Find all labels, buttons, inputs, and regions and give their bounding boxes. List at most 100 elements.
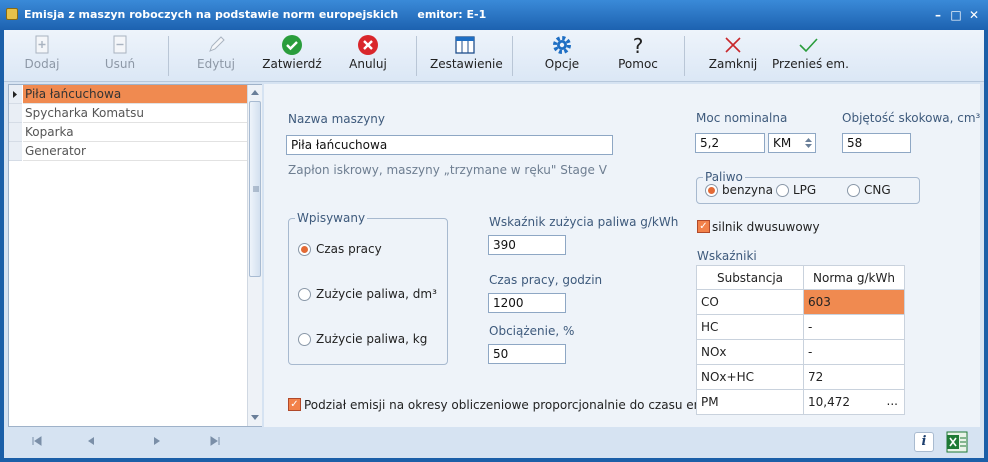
list-item[interactable]: Piła łańcuchowa [23, 85, 255, 104]
machine-name-label: Nazwa maszyny [288, 112, 386, 126]
scroll-down-icon[interactable] [251, 415, 259, 421]
two-stroke-label[interactable]: silnik dwusuwowy [712, 220, 820, 234]
confirm-button[interactable]: Zatwierdź [262, 30, 322, 82]
ellipsis-button[interactable]: ... [887, 394, 898, 408]
list-item[interactable]: Generator [23, 142, 255, 161]
norm-cell[interactable]: - [803, 339, 905, 365]
substance-cell[interactable]: CO [696, 289, 804, 315]
displacement-input[interactable]: 58 [842, 133, 911, 153]
fuel-petrol-radio[interactable] [705, 184, 718, 197]
excel-icon[interactable] [946, 431, 968, 453]
bottom-bar: i [264, 428, 980, 456]
summary-button[interactable]: Zestawienie [430, 30, 503, 82]
substance-cell[interactable]: NOx+HC [696, 364, 804, 390]
substance-cell[interactable]: NOx [696, 339, 804, 365]
options-button[interactable]: Opcje [540, 30, 584, 82]
fuel-volume-radio-label[interactable]: Zużycie paliwa, dm³ [316, 287, 437, 301]
fuel-rate-label: Wskaźnik zużycia paliwa g/kWh [489, 215, 679, 229]
machine-name-input[interactable]: Piła łańcuchowa [286, 135, 613, 155]
table-header-row: Substancja Norma g/kWh [696, 265, 905, 290]
table-row[interactable]: NOx - [696, 339, 905, 365]
indicators-label: Wskaźniki [697, 249, 757, 263]
help-button[interactable]: ? Pomoc [616, 30, 660, 82]
edit-label: Edytuj [197, 57, 235, 71]
fuel-cng-label[interactable]: CNG [864, 183, 891, 197]
displacement-label: Objętość skokowa, cm³ [842, 111, 981, 125]
row-indicator [9, 123, 22, 142]
fuel-cng-radio[interactable] [847, 184, 860, 197]
gear-icon [553, 36, 571, 54]
machine-description: Zapłon iskrowy, maszyny „trzymane w ręku… [288, 163, 607, 177]
fuel-rate-input[interactable]: 390 [488, 235, 566, 255]
grip-icon [253, 186, 259, 192]
norm-cell[interactable]: 10,472 ... [803, 389, 905, 415]
edit-button[interactable]: Edytuj [194, 30, 238, 82]
norm-cell[interactable]: 603 [803, 289, 905, 315]
indicators-table: Substancja Norma g/kWh CO 603 HC - NOx -… [696, 265, 905, 415]
window-title: Emisja z maszyn roboczych na podstawie n… [24, 8, 487, 21]
remove-document-icon [113, 35, 127, 54]
power-unit-value: KM [773, 136, 792, 150]
load-input[interactable]: 50 [488, 344, 566, 364]
norm-cell[interactable]: - [803, 314, 905, 340]
input-type-group-label: Wpisywany [295, 211, 368, 225]
remove-button[interactable]: Usuń [100, 30, 140, 82]
scrollbar-thumb[interactable] [249, 101, 261, 277]
confirm-label: Zatwierdź [262, 57, 322, 71]
transfer-emission-button[interactable]: Przenieś em. [772, 30, 849, 82]
minimize-button[interactable]: – [930, 7, 946, 23]
power-input[interactable]: 5,2 [695, 133, 765, 153]
split-emission-label[interactable]: Podział emisji na okresy obliczeniowe pr… [304, 398, 722, 412]
norm-cell[interactable]: 72 [803, 364, 905, 390]
table-row[interactable]: NOx+HC 72 [696, 364, 905, 390]
row-indicator [9, 104, 22, 123]
table-row[interactable]: PM 10,472 ... [696, 389, 905, 415]
list-scrollbar[interactable] [247, 85, 262, 426]
work-time-input[interactable]: 1200 [488, 293, 566, 313]
power-unit-select[interactable]: KM [768, 133, 816, 153]
transfer-label: Przenieś em. [772, 57, 849, 71]
cancel-button[interactable]: Anuluj [346, 30, 390, 82]
list-item[interactable]: Koparka [23, 123, 255, 142]
table-row[interactable]: HC - [696, 314, 905, 340]
scroll-up-icon[interactable] [251, 89, 259, 95]
close-window-button[interactable]: ✕ [966, 7, 982, 23]
app-icon [6, 8, 18, 20]
maximize-button[interactable]: □ [948, 7, 964, 23]
input-type-group: Wpisywany Czas pracy Zużycie paliwa, dm³… [288, 211, 448, 365]
cancel-label: Anuluj [349, 57, 387, 71]
table-icon [455, 36, 475, 54]
table-row[interactable]: CO 603 [696, 289, 905, 315]
first-record-icon[interactable] [30, 434, 44, 448]
toolbar-separator [168, 36, 169, 76]
cancel-circle-icon [358, 35, 378, 55]
last-record-icon[interactable] [208, 434, 222, 448]
info-button[interactable]: i [914, 432, 934, 452]
fuel-mass-radio[interactable] [298, 333, 311, 346]
title-bar: Emisja z maszyn roboczych na podstawie n… [0, 0, 988, 30]
two-stroke-checkbox[interactable]: ✓ [697, 220, 710, 233]
summary-label: Zestawienie [430, 57, 503, 71]
column-header[interactable]: Norma g/kWh [803, 265, 905, 290]
work-time-radio-label[interactable]: Czas pracy [316, 242, 382, 256]
close-label: Zamknij [708, 57, 758, 71]
column-header[interactable]: Substancja [696, 265, 804, 290]
list-item[interactable]: Spycharka Komatsu [23, 104, 255, 123]
fuel-lpg-radio[interactable] [776, 184, 789, 197]
substance-cell[interactable]: PM [696, 389, 804, 415]
work-time-radio[interactable] [298, 243, 311, 256]
split-emission-checkbox[interactable]: ✓ [288, 398, 301, 411]
add-button[interactable]: Dodaj [22, 30, 62, 82]
next-record-icon[interactable] [150, 434, 164, 448]
work-time-label: Czas pracy, godzin [489, 273, 603, 287]
substance-cell[interactable]: HC [696, 314, 804, 340]
fuel-lpg-label[interactable]: LPG [793, 183, 816, 197]
toolbar-separator [684, 36, 685, 76]
fuel-mass-radio-label[interactable]: Zużycie paliwa, kg [316, 332, 427, 346]
close-button[interactable]: Zamknij [708, 30, 758, 82]
details-panel: Nazwa maszyny Piła łańcuchowa Zapłon isk… [264, 84, 980, 427]
fuel-petrol-label[interactable]: benzyna [722, 183, 773, 197]
previous-record-icon[interactable] [84, 434, 98, 448]
fuel-volume-radio[interactable] [298, 288, 311, 301]
spinner-icon[interactable] [804, 136, 813, 150]
